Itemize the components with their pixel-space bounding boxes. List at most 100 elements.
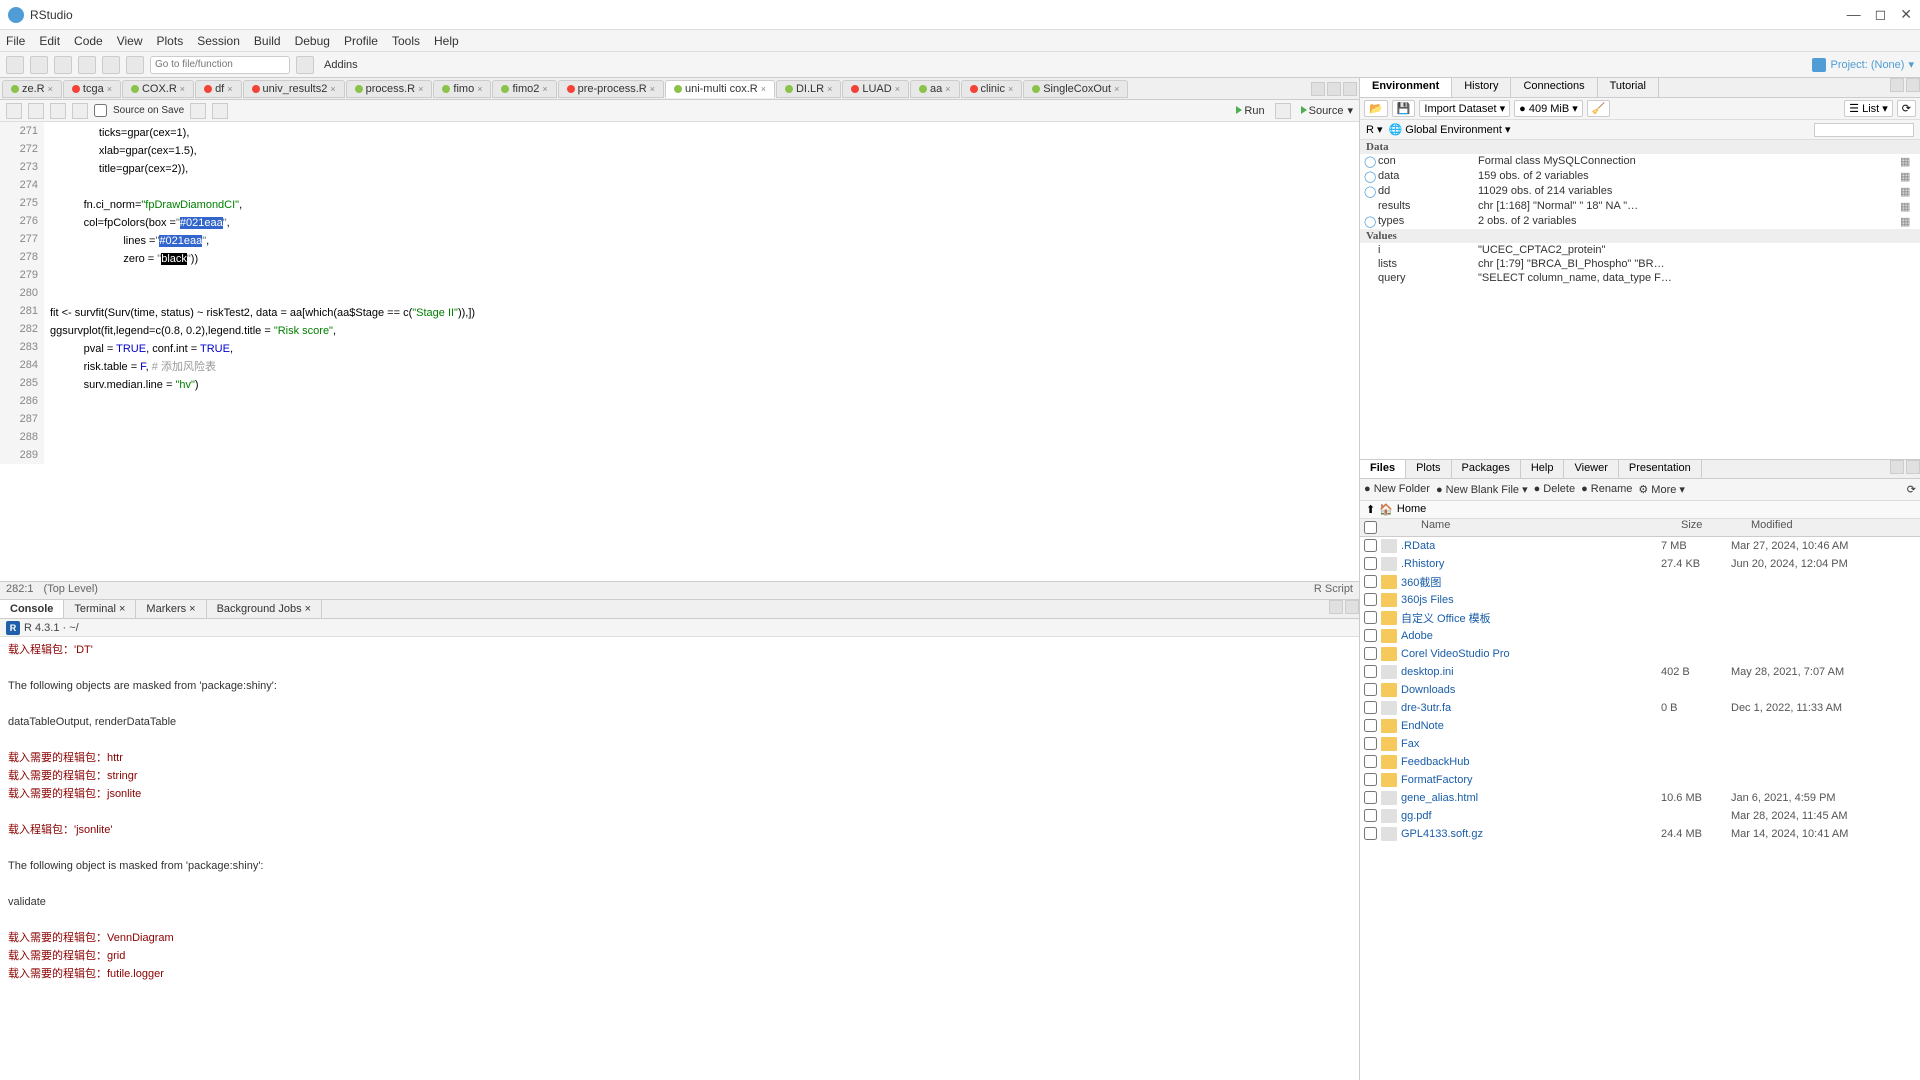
menu-edit[interactable]: Edit — [39, 34, 60, 48]
file-checkbox[interactable] — [1364, 719, 1377, 732]
file-checkbox[interactable] — [1364, 593, 1377, 606]
source-tab[interactable]: uni-multi cox.R× — [665, 80, 775, 98]
console-tab-terminal[interactable]: Terminal × — [64, 600, 136, 618]
file-row[interactable]: FormatFactory — [1360, 771, 1920, 789]
file-row[interactable]: Downloads — [1360, 681, 1920, 699]
rerun-button[interactable] — [1275, 103, 1291, 119]
source-tab[interactable]: df× — [195, 80, 241, 98]
more-button[interactable]: ⚙ More ▾ — [1638, 483, 1685, 496]
crumb-home[interactable]: Home — [1397, 503, 1426, 515]
env-min-icon[interactable] — [1890, 78, 1904, 92]
refresh-files-button[interactable]: ⟳ — [1907, 483, 1916, 496]
select-all-checkbox[interactable] — [1364, 519, 1377, 536]
env-tab-environment[interactable]: Environment — [1360, 78, 1452, 97]
source-on-save-checkbox[interactable] — [94, 104, 107, 117]
source-tab[interactable]: univ_results2× — [243, 80, 345, 98]
clear-workspace-button[interactable]: 🧹 — [1587, 100, 1611, 117]
source-tab[interactable]: DI.LR× — [776, 80, 841, 98]
addins-menu[interactable]: Addins — [320, 59, 362, 71]
compile-button[interactable] — [212, 103, 228, 119]
files-tab-viewer[interactable]: Viewer — [1564, 460, 1618, 478]
file-checkbox[interactable] — [1364, 539, 1377, 552]
source-tab[interactable]: COX.R× — [122, 80, 194, 98]
file-checkbox[interactable] — [1364, 755, 1377, 768]
menu-file[interactable]: File — [6, 34, 25, 48]
tab-nav-left[interactable] — [1311, 82, 1325, 96]
files-tab-packages[interactable]: Packages — [1452, 460, 1521, 478]
file-row[interactable]: EndNote — [1360, 717, 1920, 735]
up-button[interactable]: ⬆ — [1366, 503, 1375, 516]
project-menu[interactable]: Project: (None) ▾ — [1812, 58, 1914, 72]
save-source-button[interactable] — [72, 103, 88, 119]
file-checkbox[interactable] — [1364, 773, 1377, 786]
save-workspace-button[interactable]: 💾 — [1392, 100, 1416, 117]
env-row[interactable]: ◯dd11029 obs. of 214 variables▦ — [1360, 184, 1920, 199]
open-file-button[interactable] — [54, 56, 72, 74]
code-editor[interactable]: 2712722732742752762772782792802812822832… — [0, 122, 1359, 581]
new-project-button[interactable] — [30, 56, 48, 74]
file-checkbox[interactable] — [1364, 701, 1377, 714]
rename-button[interactable]: ● Rename — [1581, 483, 1632, 495]
import-dataset-button[interactable]: Import Dataset ▾ — [1419, 100, 1510, 117]
menu-help[interactable]: Help — [434, 34, 459, 48]
menu-tools[interactable]: Tools — [392, 34, 420, 48]
source-tab[interactable]: LUAD× — [842, 80, 909, 98]
console-min-icon[interactable] — [1329, 600, 1343, 614]
back-button[interactable] — [6, 103, 22, 119]
files-tab-help[interactable]: Help — [1521, 460, 1565, 478]
source-tab[interactable]: clinic× — [961, 80, 1023, 98]
home-icon[interactable]: 🏠 — [1379, 503, 1393, 516]
env-search-input[interactable] — [1814, 123, 1914, 137]
source-tab[interactable]: aa× — [910, 80, 960, 98]
env-row[interactable]: resultschr [1:168] "Normal" " 18" NA "…▦ — [1360, 199, 1920, 214]
minimize-button[interactable]: — — [1847, 6, 1861, 23]
forward-button[interactable] — [28, 103, 44, 119]
console-tab-console[interactable]: Console — [0, 600, 64, 618]
col-size[interactable]: Size — [1681, 519, 1751, 536]
file-row[interactable]: gg.pdfMar 28, 2024, 11:45 AM — [1360, 807, 1920, 825]
grid-button[interactable] — [296, 56, 314, 74]
source-tab[interactable]: SingleCoxOut× — [1023, 80, 1128, 98]
source-tab[interactable]: fimo2× — [492, 80, 556, 98]
env-scope-selector[interactable]: 🌐 Global Environment ▾ — [1389, 123, 1511, 136]
file-row[interactable]: 360js Files — [1360, 591, 1920, 609]
console-max-icon[interactable] — [1345, 600, 1359, 614]
files-max-icon[interactable] — [1906, 460, 1920, 474]
file-type[interactable]: R Script — [1314, 583, 1353, 598]
menu-session[interactable]: Session — [197, 34, 240, 48]
menu-profile[interactable]: Profile — [344, 34, 378, 48]
menu-plots[interactable]: Plots — [157, 34, 184, 48]
tab-nav-right[interactable] — [1327, 82, 1341, 96]
env-row[interactable]: ◯conFormal class MySQLConnection▦ — [1360, 154, 1920, 169]
file-row[interactable]: .RData7 MBMar 27, 2024, 10:46 AM — [1360, 537, 1920, 555]
file-checkbox[interactable] — [1364, 557, 1377, 570]
file-checkbox[interactable] — [1364, 737, 1377, 750]
source-tab[interactable]: fimo× — [433, 80, 491, 98]
new-blank-file-button[interactable]: ● New Blank File ▾ — [1436, 483, 1528, 496]
env-tab-history[interactable]: History — [1452, 78, 1511, 97]
refresh-button[interactable]: ⟳ — [1897, 100, 1916, 117]
code-scope[interactable]: (Top Level) — [44, 583, 98, 598]
file-row[interactable]: FeedbackHub — [1360, 753, 1920, 771]
file-checkbox[interactable] — [1364, 575, 1377, 588]
file-row[interactable]: dre-3utr.fa0 BDec 1, 2022, 11:33 AM — [1360, 699, 1920, 717]
menu-build[interactable]: Build — [254, 34, 281, 48]
new-folder-button[interactable]: ● New Folder — [1364, 483, 1430, 495]
close-button[interactable]: ✕ — [1900, 6, 1912, 23]
memory-indicator[interactable]: ● 409 MiB ▾ — [1514, 100, 1583, 117]
file-row[interactable]: .Rhistory27.4 KBJun 20, 2024, 12:04 PM — [1360, 555, 1920, 573]
files-min-icon[interactable] — [1890, 460, 1904, 474]
console-output[interactable]: 载入程辑包：'DT' The following objects are mas… — [0, 637, 1359, 1080]
file-checkbox[interactable] — [1364, 683, 1377, 696]
menu-view[interactable]: View — [117, 34, 143, 48]
file-checkbox[interactable] — [1364, 629, 1377, 642]
env-row[interactable]: i"UCEC_CPTAC2_protein" — [1360, 243, 1920, 257]
console-tab-background-jobs[interactable]: Background Jobs × — [207, 600, 322, 618]
file-row[interactable]: Adobe — [1360, 627, 1920, 645]
source-tab[interactable]: ze.R× — [2, 80, 62, 98]
delete-button[interactable]: ● Delete — [1534, 483, 1576, 495]
env-row[interactable]: ◯types2 obs. of 2 variables▦ — [1360, 214, 1920, 229]
env-tab-tutorial[interactable]: Tutorial — [1598, 78, 1659, 97]
source-tab[interactable]: process.R× — [346, 80, 433, 98]
file-row[interactable]: 自定义 Office 模板 — [1360, 609, 1920, 627]
